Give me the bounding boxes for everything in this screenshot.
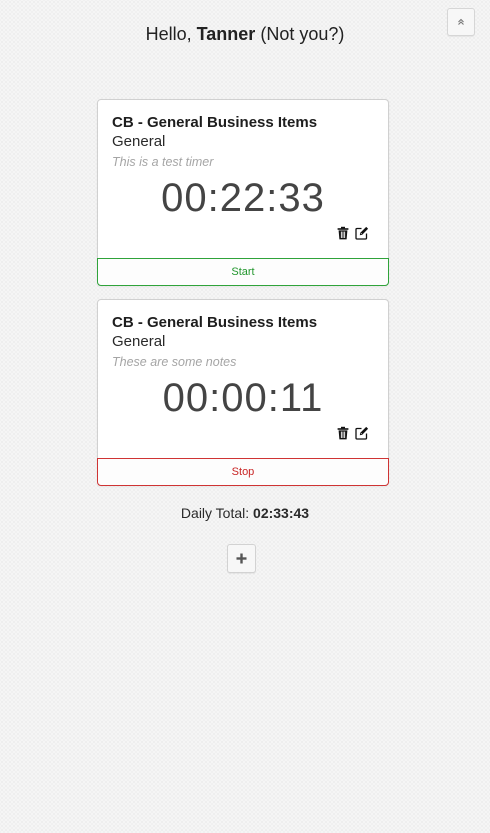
timer-project: CB - General Business Items — [112, 114, 318, 131]
timer-card: CB - General Business Items General Thes… — [97, 299, 389, 486]
daily-total-value: 02:33:43 — [253, 505, 310, 521]
greeting-prefix: Hello, — [145, 24, 197, 44]
start-button[interactable]: Start — [97, 258, 389, 286]
edit-icon[interactable] — [355, 426, 369, 440]
timer-actions — [336, 226, 369, 240]
timer-project: CB - General Business Items — [112, 314, 318, 331]
daily-total-label: Daily Total: — [180, 505, 254, 521]
edit-icon[interactable] — [355, 226, 369, 240]
trash-icon[interactable] — [336, 226, 350, 240]
username: Tanner — [196, 24, 256, 44]
plus-icon — [236, 553, 247, 564]
timer-actions — [336, 426, 369, 440]
add-timer-button[interactable] — [227, 544, 256, 573]
timer-time: 00:00:11 — [162, 376, 324, 420]
timer-time: 00:22:33 — [161, 176, 325, 220]
daily-total: Daily Total: 02:33:43 — [0, 505, 490, 521]
trash-icon[interactable] — [336, 426, 350, 440]
timer-notes: This is a test timer — [112, 155, 214, 169]
greeting: Hello, Tanner (Not you?) — [0, 24, 490, 45]
timer-card: CB - General Business Items General This… — [97, 99, 389, 286]
timer-category: General — [112, 133, 166, 150]
stop-button[interactable]: Stop — [97, 458, 389, 486]
timer-notes: These are some notes — [112, 355, 237, 369]
not-you-link[interactable]: (Not you?) — [255, 24, 344, 44]
timer-category: General — [112, 333, 166, 350]
